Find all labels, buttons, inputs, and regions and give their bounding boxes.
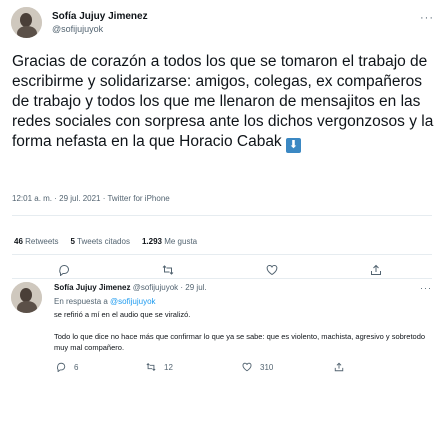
- reply-replies-count: 6: [74, 362, 79, 372]
- divider: [12, 215, 432, 216]
- replying-to-prefix: En respuesta a: [54, 297, 108, 306]
- retweets-count: 46: [14, 237, 23, 246]
- tweet-text: Gracias de corazón a todos los que se to…: [12, 52, 440, 153]
- reply-icon: [57, 362, 66, 372]
- replying-to: En respuesta a @sofijujuyok: [54, 297, 156, 306]
- reply-author-name[interactable]: Sofía Jujuy Jimenez: [54, 283, 130, 292]
- quotes-label: Tweets citados: [77, 237, 130, 246]
- reply-header: Sofía Jujuy Jimenez @sofijujuyok · 29 ju…: [54, 283, 207, 292]
- author-name[interactable]: Sofía Jujuy Jimenez: [52, 11, 148, 22]
- reply-retweets-count: 12: [164, 362, 173, 372]
- reply-icon: [59, 265, 69, 276]
- likes-stat[interactable]: 1.293 Me gusta: [142, 237, 197, 246]
- reply-retweet-button[interactable]: 12: [146, 362, 173, 372]
- heart-icon: [266, 265, 278, 276]
- divider: [12, 278, 432, 279]
- heart-icon: [242, 362, 252, 372]
- share-icon: [334, 362, 344, 372]
- tweet-stats: 46 Retweets 5 Tweets citados 1.293 Me gu…: [14, 237, 197, 246]
- retweets-stat[interactable]: 46 Retweets: [14, 237, 59, 246]
- author-avatar[interactable]: [11, 7, 42, 38]
- retweet-icon: [146, 363, 156, 371]
- retweet-icon: [162, 265, 174, 275]
- likes-count: 1.293: [141, 237, 162, 246]
- retweet-button[interactable]: [162, 264, 174, 276]
- author-handle[interactable]: @sofijujuyok: [52, 24, 103, 34]
- quotes-stat[interactable]: 5 Tweets citados: [71, 237, 130, 246]
- down-arrow-emoji-icon: ⬇: [286, 138, 301, 153]
- reply-reply-button[interactable]: 6: [56, 362, 78, 372]
- reply-share-button[interactable]: [334, 362, 344, 372]
- divider: [12, 254, 432, 255]
- reply-like-button[interactable]: 310: [242, 362, 273, 372]
- reply-more-options-icon[interactable]: ···: [420, 283, 432, 293]
- reply-author-handle[interactable]: @sofijujuyok: [133, 283, 178, 292]
- retweets-label: Retweets: [25, 237, 59, 246]
- reply-button[interactable]: [58, 264, 70, 276]
- reply-action-bar: 6 12 310: [0, 362, 443, 376]
- reply-author-avatar[interactable]: [11, 282, 42, 313]
- reply-likes-count: 310: [260, 362, 274, 372]
- like-button[interactable]: [266, 264, 278, 276]
- tweet-text-body: Gracias de corazón a todos los que se to…: [12, 53, 434, 150]
- reply-text-body: Todo lo que dice no hace más que confirm…: [54, 332, 426, 352]
- likes-label: Me gusta: [164, 237, 198, 246]
- more-options-icon[interactable]: ···: [420, 12, 434, 24]
- replying-to-link[interactable]: @sofijujuyok: [110, 297, 155, 306]
- tweet-meta[interactable]: 12:01 a. m. · 29 jul. 2021 · Twitter for…: [12, 194, 170, 203]
- quotes-count: 5: [70, 237, 75, 246]
- share-icon: [371, 264, 381, 275]
- share-button[interactable]: [370, 264, 382, 276]
- reply-text-line: se refirió a mí en el audio que se viral…: [54, 310, 191, 319]
- reply-date[interactable]: · 29 jul.: [180, 283, 206, 292]
